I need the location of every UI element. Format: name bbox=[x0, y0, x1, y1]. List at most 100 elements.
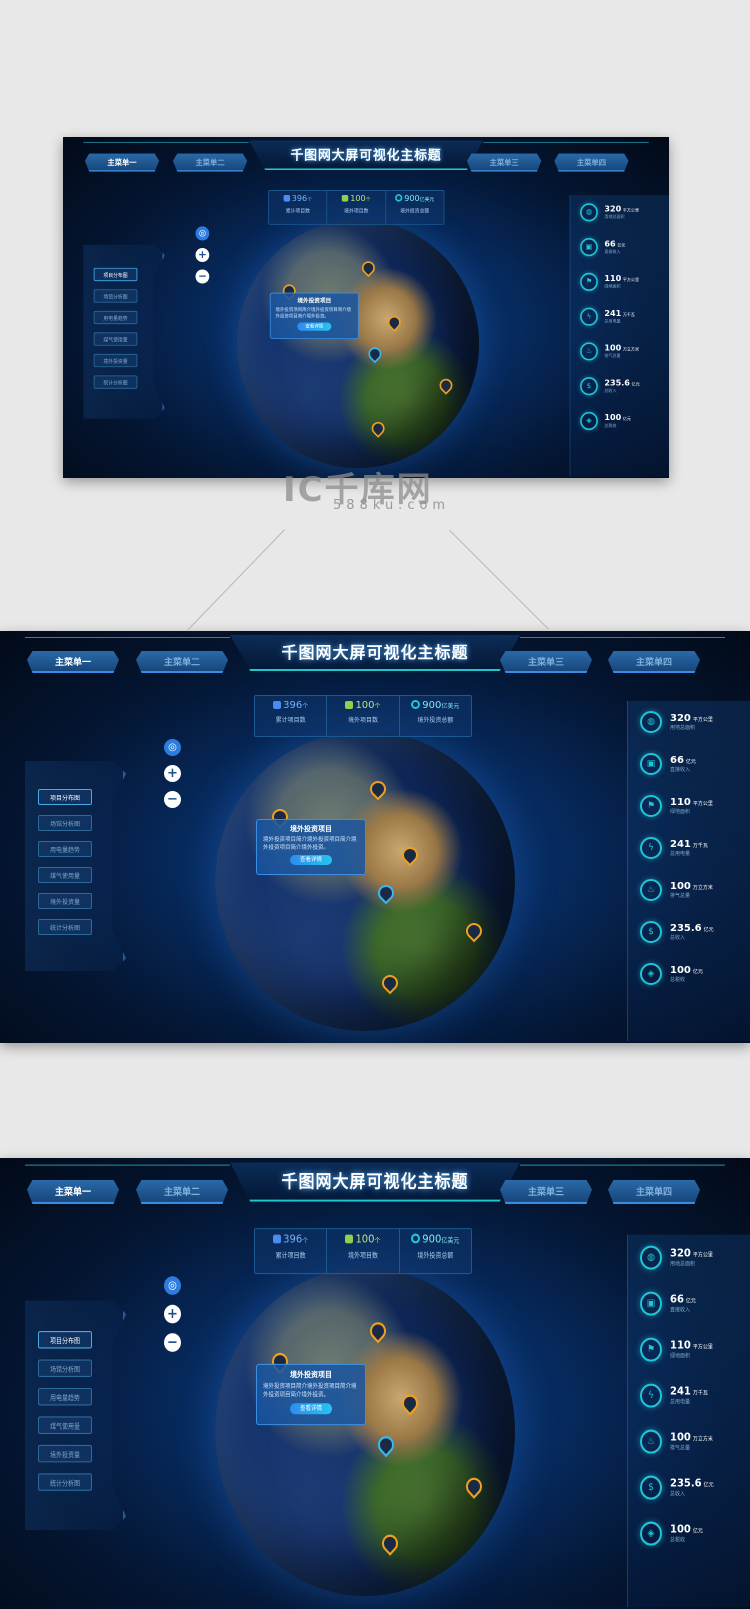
metric-text: 110 平方公里 绿地面积 bbox=[670, 797, 713, 815]
dashboard: 千图网大屏可视化主标题 主菜单一 主菜单二 主菜单三 主菜单四 396个 累计项… bbox=[0, 631, 750, 1043]
metric-item: $235.6 亿元 总收入 bbox=[640, 919, 714, 945]
menu-tab-3[interactable]: 主菜单三 bbox=[500, 651, 592, 673]
stat-label: 境外项目数 bbox=[347, 717, 378, 724]
metric-item: ◈ 100 亿元 总税收 bbox=[640, 961, 703, 987]
metric-item: $235.6 亿元 总收入 bbox=[580, 375, 640, 397]
metric-unit: 万立方米 bbox=[692, 1436, 713, 1443]
stat-value: 900 bbox=[422, 1233, 442, 1246]
zoom-out-button[interactable]: − bbox=[195, 269, 210, 284]
metric-item: ϟ 241 万千瓦 总用电量 bbox=[640, 1381, 708, 1409]
metric-unit: 平方公里 bbox=[622, 208, 640, 214]
metric-text: 110 平方公里 绿地面积 bbox=[670, 1340, 713, 1360]
metric-value: 320 bbox=[670, 1247, 691, 1260]
dashboard: 千图网大屏可视化主标题 主菜单一 主菜单二 主菜单三 主菜单四 396个 累计项… bbox=[0, 1158, 750, 1609]
locate-button[interactable]: ◎ bbox=[195, 226, 210, 241]
earth-globe[interactable] bbox=[215, 1267, 515, 1596]
left-menu-item[interactable]: 用电量趋势 bbox=[38, 1387, 92, 1406]
metric-label: 绿地面积 bbox=[670, 1352, 691, 1360]
metric-value: 241 bbox=[670, 1385, 691, 1398]
zoom-in-button[interactable]: + bbox=[164, 765, 181, 782]
factory-icon: ♨ bbox=[640, 1429, 662, 1454]
header-line-left bbox=[83, 141, 249, 143]
stat-unit: 个 bbox=[365, 196, 371, 203]
locate-button[interactable]: ◎ bbox=[164, 1276, 181, 1295]
view-details-button[interactable]: 查看详情 bbox=[290, 855, 332, 865]
left-menu-item[interactable]: 境外投资量 bbox=[38, 893, 92, 909]
popup-description: 境外投资项目简介境外投资项目简介境外投资项目简介境外投资。 bbox=[275, 307, 352, 320]
metric-label: 总用电量 bbox=[670, 851, 691, 857]
menu-tab-1[interactable]: 主菜单一 bbox=[84, 153, 160, 172]
left-menu-item[interactable]: 用电量趋势 bbox=[38, 841, 92, 857]
left-menu-item[interactable]: 境外投资量 bbox=[38, 1444, 92, 1463]
metric-label: 总用电量 bbox=[670, 1398, 691, 1406]
left-menu-item[interactable]: 煤气使用量 bbox=[38, 1416, 92, 1434]
metric-text: 100 万立方米 排气总量 bbox=[670, 1432, 713, 1452]
menu-tab-3[interactable]: 主菜单三 bbox=[500, 1179, 592, 1204]
page-title: 千图网大屏可视化主标题 bbox=[290, 146, 442, 163]
menu-tab-1[interactable]: 主菜单一 bbox=[27, 1179, 119, 1204]
view-details-button[interactable]: 查看详情 bbox=[297, 322, 332, 331]
metric-text: 320 平方公里 用地总面积 bbox=[670, 1248, 713, 1268]
metric-unit: 亿元 bbox=[617, 242, 626, 248]
earth-globe[interactable] bbox=[236, 219, 480, 469]
metric-label: 用地总面积 bbox=[604, 214, 625, 220]
stat-value: 396 bbox=[283, 1233, 303, 1246]
metric-text: 66 亿元 直接收入 bbox=[604, 240, 625, 255]
metric-item: ◍ 320 平方公里 用地总面积 bbox=[580, 202, 639, 224]
stat-value: 100 bbox=[355, 1233, 375, 1246]
left-menu-item[interactable]: 统计分析图 bbox=[38, 1473, 92, 1491]
metric-unit: 平方公里 bbox=[692, 801, 713, 807]
view-details-button[interactable]: 查看详情 bbox=[290, 1403, 332, 1415]
left-menu-item[interactable]: 场馆分析图 bbox=[38, 815, 92, 831]
menu-tab-4[interactable]: 主菜单四 bbox=[608, 1179, 700, 1204]
menu-tab-4[interactable]: 主菜单四 bbox=[554, 153, 629, 172]
menu-tab-2[interactable]: 主菜单二 bbox=[136, 651, 228, 673]
left-menu-item[interactable]: 煤气使用量 bbox=[38, 867, 92, 883]
menu-tab-1[interactable]: 主菜单一 bbox=[27, 651, 119, 673]
stat-total-projects: 396个 累计项目数 bbox=[255, 696, 328, 736]
zoom-out-button[interactable]: − bbox=[164, 1333, 181, 1352]
locate-button[interactable]: ◎ bbox=[164, 739, 181, 756]
globe-icon: ◍ bbox=[580, 203, 598, 222]
menu-tab-4[interactable]: 主菜单四 bbox=[608, 651, 700, 673]
stat-value: 396 bbox=[283, 700, 303, 711]
left-menu-item[interactable]: 统计分析图 bbox=[38, 919, 92, 935]
metric-value: 66 bbox=[670, 755, 684, 766]
left-menu-item[interactable]: 煤气使用量 bbox=[93, 332, 138, 346]
stat-overseas-investment: 900亿美元 境外投资总额 bbox=[386, 191, 444, 224]
database-icon bbox=[345, 1234, 354, 1244]
left-menu-item[interactable]: 项目分布图 bbox=[93, 267, 138, 282]
factory-icon: ♨ bbox=[640, 879, 662, 901]
metric-item: ⚑ 110 平方公里 绿地面积 bbox=[640, 1335, 713, 1363]
left-menu-item[interactable]: 场馆分析图 bbox=[38, 1359, 92, 1377]
left-menu-item[interactable]: 项目分布图 bbox=[38, 789, 92, 805]
metric-text: 235.6 亿元 总收入 bbox=[670, 1478, 714, 1498]
left-menu-item[interactable]: 境外投资量 bbox=[93, 353, 138, 368]
earth-globe[interactable] bbox=[215, 731, 515, 1031]
menu-tab-2[interactable]: 主菜单二 bbox=[172, 153, 248, 172]
stat-unit: 个 bbox=[307, 196, 313, 203]
left-menu-item[interactable]: 统计分析图 bbox=[93, 375, 138, 389]
wallet-icon: ▣ bbox=[580, 238, 598, 257]
metric-text: 66 亿元 直接收入 bbox=[670, 755, 696, 773]
stat-label: 累计项目数 bbox=[285, 208, 310, 215]
menu-tab-2[interactable]: 主菜单二 bbox=[136, 1179, 228, 1204]
money-bag-icon: $ bbox=[640, 1475, 662, 1500]
metric-unit: 亿元 bbox=[703, 1482, 714, 1489]
stat-unit: 个 bbox=[374, 1236, 381, 1245]
zoom-in-button[interactable]: + bbox=[195, 247, 210, 263]
metric-unit: 亿元 bbox=[622, 416, 631, 422]
zoom-in-button[interactable]: + bbox=[164, 1304, 181, 1324]
plus-icon: + bbox=[197, 248, 207, 262]
stat-unit: 亿美元 bbox=[441, 703, 460, 710]
header-bar: 千图网大屏可视化主标题 主菜单一 主菜单二 主菜单三 主菜单四 bbox=[63, 137, 669, 173]
zoom-out-button[interactable]: − bbox=[164, 791, 181, 808]
plus-icon: + bbox=[167, 766, 178, 781]
left-menu-item[interactable]: 场馆分析图 bbox=[93, 289, 138, 303]
left-menu-item[interactable]: 用电量趋势 bbox=[93, 310, 138, 325]
menu-tab-3[interactable]: 主菜单三 bbox=[467, 153, 542, 172]
left-menu-item[interactable]: 项目分布图 bbox=[38, 1331, 92, 1349]
metric-item: ♨ 100 万立方米 排气总量 bbox=[580, 341, 639, 363]
dashboard-preview-3: 千图网大屏可视化主标题 主菜单一 主菜单二 主菜单三 主菜单四 396个 累计项… bbox=[0, 1158, 750, 1609]
stack-icon bbox=[273, 701, 282, 709]
